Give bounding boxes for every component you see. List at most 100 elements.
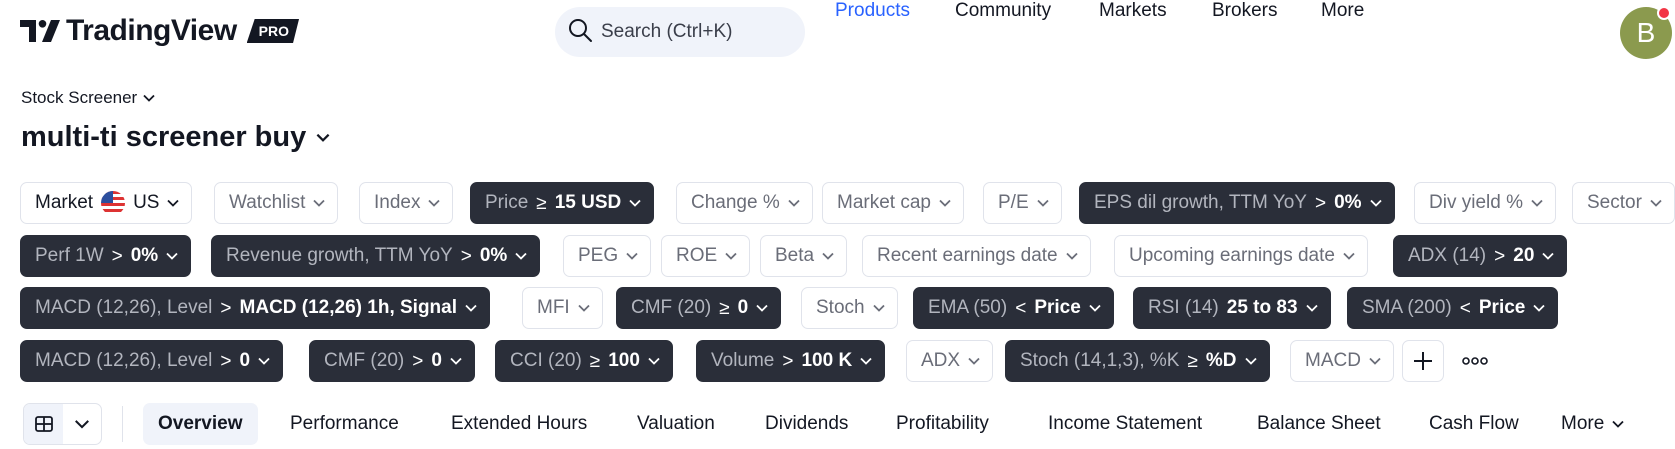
chevron-down-icon	[1065, 252, 1078, 260]
filter-stoch[interactable]: Stoch	[801, 287, 898, 329]
filter-operator: >	[1494, 245, 1506, 267]
filter-macd-level-signal[interactable]: MACD (12,26), Level > MACD (12,26) 1h, S…	[20, 287, 491, 329]
add-filter-button[interactable]	[1402, 340, 1444, 382]
filter-value: 0	[737, 297, 749, 318]
filter-label: Beta	[775, 245, 815, 266]
chevron-down-icon	[1343, 252, 1355, 260]
filter-cmf-20-b[interactable]: CMF (20) > 0	[309, 340, 475, 382]
filter-label: Price	[485, 192, 529, 213]
view-dropdown-button[interactable]	[63, 404, 101, 444]
filter-operator: ≥	[589, 350, 601, 372]
filter-operator: >	[412, 350, 424, 372]
filter-label: Volume	[711, 350, 775, 371]
filter-adx[interactable]: ADX	[906, 340, 994, 382]
filter-cmf-20-a[interactable]: CMF (20) ≥ 0	[616, 287, 782, 329]
chevron-down-icon	[313, 199, 326, 207]
filter-sector[interactable]: Sector	[1572, 182, 1675, 224]
tab-cash-flow[interactable]: Cash Flow	[1429, 403, 1519, 445]
filter-beta[interactable]: Beta	[760, 235, 848, 277]
filter-label: Watchlist	[229, 192, 306, 213]
filter-stoch-k[interactable]: Stoch (14,1,3), %K ≥ %D	[1005, 340, 1270, 382]
filter-ema-50[interactable]: EMA (50) < Price	[913, 287, 1114, 329]
filter-index[interactable]: Index	[359, 182, 454, 224]
screener-title[interactable]: multi-ti screener buy	[21, 121, 330, 154]
filter-rsi-14[interactable]: RSI (14) 25 to 83	[1133, 287, 1331, 329]
nav-community[interactable]: Community	[955, 0, 1051, 22]
filter-label: Div yield %	[1429, 192, 1523, 213]
filter-value: 0%	[1334, 192, 1362, 213]
chevron-down-icon	[788, 199, 800, 207]
filter-mfi[interactable]: MFI	[522, 287, 603, 329]
filter-price[interactable]: Price ≥ 15 USD	[470, 182, 655, 224]
filter-macd-level[interactable]: MACD (12,26), Level > 0	[20, 340, 284, 382]
filter-label: CMF (20)	[324, 350, 405, 371]
filter-adx-14[interactable]: ADX (14) > 20	[1393, 235, 1568, 277]
plus-icon	[1414, 352, 1432, 370]
filter-operator: >	[111, 245, 123, 267]
filter-cci-20[interactable]: CCI (20) ≥ 100	[495, 340, 673, 382]
nav-more[interactable]: More	[1321, 0, 1364, 22]
logo-text: TradingView	[66, 14, 237, 47]
pro-badge: PRO	[247, 19, 299, 43]
ellipsis-icon	[1462, 357, 1488, 365]
filter-label: MACD	[1305, 350, 1361, 371]
filter-value: Price	[1034, 297, 1081, 318]
filter-label: P/E	[998, 192, 1029, 213]
more-filters-button[interactable]	[1460, 350, 1490, 372]
tab-valuation[interactable]: Valuation	[637, 403, 715, 445]
chevron-down-icon	[1089, 304, 1101, 312]
chevron-down-icon	[756, 304, 768, 312]
filter-macd[interactable]: MACD	[1290, 340, 1394, 382]
tab-more[interactable]: More	[1561, 403, 1624, 445]
filter-market-cap[interactable]: Market cap	[822, 182, 964, 224]
tradingview-logo[interactable]: TradingView PRO	[20, 14, 299, 48]
filter-upcoming-earnings[interactable]: Upcoming earnings date	[1114, 235, 1368, 277]
filter-label: RSI (14)	[1148, 297, 1219, 318]
filter-perf-1w[interactable]: Perf 1W > 0%	[20, 235, 192, 277]
filter-market[interactable]: Market US	[20, 182, 193, 224]
filter-value: 15 USD	[554, 192, 622, 213]
tab-overview[interactable]: Overview	[143, 403, 258, 445]
filter-label: MFI	[537, 297, 570, 318]
filter-operator: ≥	[1187, 350, 1198, 372]
filter-value: 0%	[130, 245, 159, 266]
tab-balance-sheet[interactable]: Balance Sheet	[1257, 403, 1381, 445]
filter-pe[interactable]: P/E	[983, 182, 1062, 224]
filter-roe[interactable]: ROE	[661, 235, 751, 277]
tab-profitability[interactable]: Profitability	[896, 403, 989, 445]
chevron-down-icon	[1533, 304, 1545, 312]
header: TradingView PRO Search (Ctrl+K) Products…	[0, 0, 1675, 64]
filter-peg[interactable]: PEG	[563, 235, 652, 277]
chevron-down-icon	[822, 252, 834, 260]
nav-markets[interactable]: Markets	[1099, 0, 1167, 22]
nav-products[interactable]: Products	[835, 0, 910, 22]
filter-watchlist[interactable]: Watchlist	[214, 182, 339, 224]
chevron-down-icon	[75, 420, 90, 429]
nav-brokers[interactable]: Brokers	[1212, 0, 1277, 22]
chevron-down-icon	[316, 133, 330, 142]
filter-value: 100 K	[801, 350, 853, 371]
search-input[interactable]: Search (Ctrl+K)	[555, 7, 805, 57]
tab-dividends[interactable]: Dividends	[765, 403, 848, 445]
filter-label: Stoch	[816, 297, 865, 318]
tab-performance[interactable]: Performance	[290, 403, 399, 445]
filter-label: Perf 1W	[35, 245, 104, 266]
view-toggle[interactable]	[23, 403, 102, 445]
tab-more-label: More	[1561, 413, 1605, 434]
filter-change[interactable]: Change %	[676, 182, 813, 224]
chevron-down-icon	[166, 252, 178, 260]
tab-extended-hours[interactable]: Extended Hours	[451, 403, 587, 445]
filter-sma-200[interactable]: SMA (200) < Price	[1347, 287, 1559, 329]
table-view-button[interactable]	[24, 404, 64, 444]
filter-div-yield[interactable]: Div yield %	[1414, 182, 1556, 224]
chevron-down-icon	[1369, 199, 1382, 207]
tab-income-statement[interactable]: Income Statement	[1048, 403, 1202, 445]
filter-value: 25 to 83	[1226, 297, 1298, 318]
chevron-down-icon	[626, 252, 638, 260]
filter-revenue-growth[interactable]: Revenue growth, TTM YoY > 0%	[211, 235, 541, 277]
screener-type-selector[interactable]: Stock Screener	[21, 88, 155, 108]
filter-eps-growth[interactable]: EPS dil growth, TTM YoY > 0%	[1079, 182, 1395, 224]
filter-recent-earnings[interactable]: Recent earnings date	[862, 235, 1091, 277]
filter-volume[interactable]: Volume > 100 K	[696, 340, 886, 382]
table-grid-icon	[34, 416, 53, 432]
